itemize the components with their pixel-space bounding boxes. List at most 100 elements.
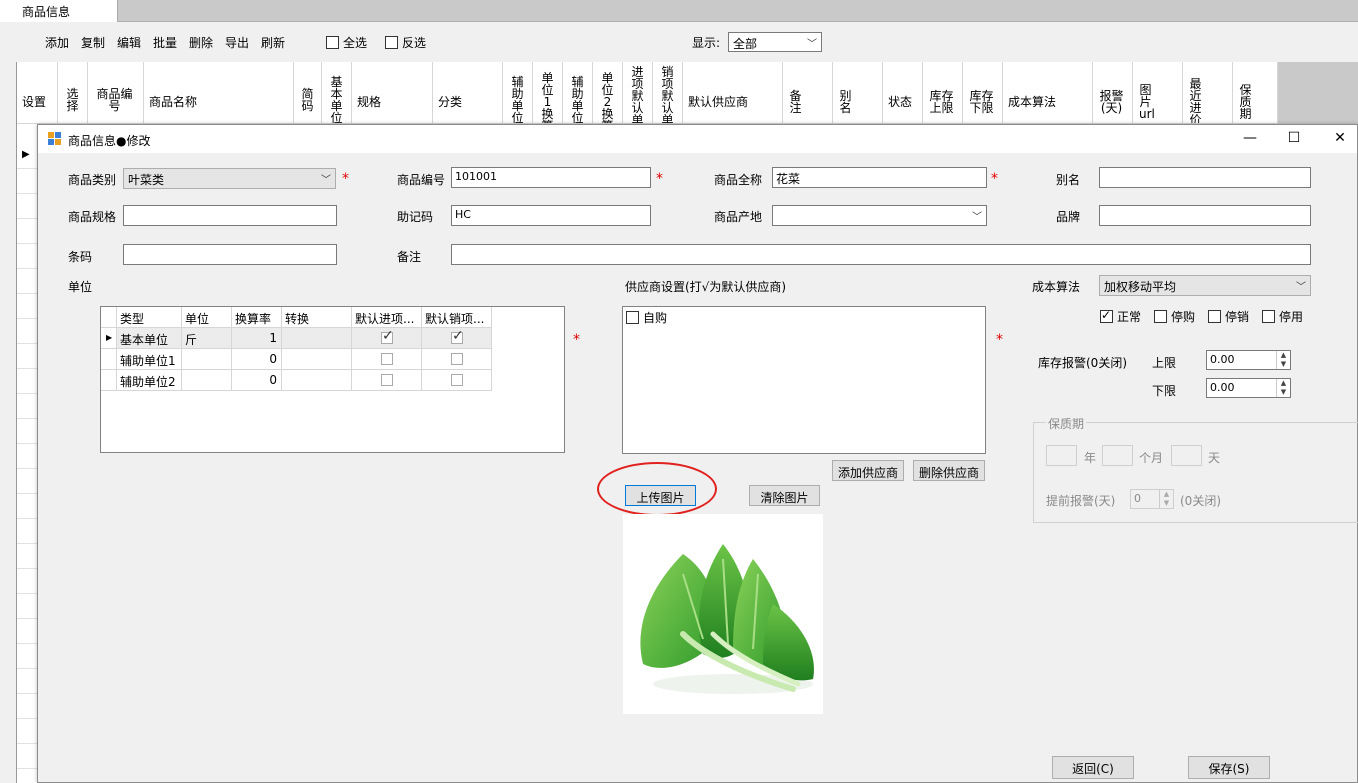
default-in-checkbox[interactable] [381,328,394,344]
grid-header-shelf-life[interactable]: 保质期 [1233,62,1278,124]
table-row-cell[interactable]: 1 [232,328,282,349]
grid-header-stock-lower[interactable]: 库存下限 [963,62,1003,124]
grid-header-out-default[interactable]: 销项默认单 [653,62,683,124]
category-select[interactable]: 叶菜类 ﹀ [123,168,336,189]
shelf-life-month-input[interactable] [1102,445,1133,466]
table-row-cell[interactable]: 0 [232,349,282,370]
table-row-cell[interactable] [282,328,352,349]
table-row-cell[interactable] [182,370,232,391]
grid-header-unit1-rate[interactable]: 单位1换算 [533,62,563,124]
grid-header-alias[interactable]: 别名 [833,62,883,124]
required-mark: * [996,332,1003,348]
table-row-cell[interactable]: 基本单位 [117,328,182,349]
remark-input[interactable] [451,244,1311,265]
lower-stepper[interactable]: 0.00 ▲ ▼ [1206,378,1291,398]
default-in-checkbox[interactable] [381,374,393,386]
invert-label: 反选 [402,36,427,50]
advance-alarm-stepper[interactable]: 0 ▲ ▼ [1130,489,1174,509]
mnemonic-input[interactable]: HC [451,205,651,226]
fullname-input[interactable]: 花菜 [772,167,987,188]
invert-selection-checkbox[interactable]: 反选 [385,34,426,51]
table-row-cell[interactable]: 辅助单位2 [117,370,182,391]
status-stop-sell-checkbox[interactable]: 停销 [1208,308,1249,325]
table-row-cell[interactable]: 辅助单位1 [117,349,182,370]
unit-col-convert[interactable]: 转换 [282,307,352,328]
batch-button[interactable]: 批量 [153,34,177,51]
default-out-checkbox[interactable] [451,374,463,386]
export-button[interactable]: 导出 [225,34,249,51]
grid-header-in-default[interactable]: 进项默认单 [623,62,653,124]
spinner-icon[interactable]: ▲ ▼ [1276,351,1290,369]
status-disabled-checkbox[interactable]: 停用 [1262,308,1303,325]
delete-button[interactable]: 删除 [189,34,213,51]
grid-header-settings[interactable]: 设置 [17,62,58,124]
row-divider [17,293,38,294]
unit-col-type[interactable]: 类型 [117,307,182,328]
grid-header-remark[interactable]: 备注 [783,62,833,124]
table-row-cell[interactable]: 斤 [182,328,232,349]
status-stop-buy-checkbox[interactable]: 停购 [1154,308,1195,325]
maximize-icon[interactable]: ☐ [1279,128,1309,150]
grid-header-base-unit[interactable]: 基本单位 [322,62,352,124]
row-divider [17,693,38,694]
unit-section-label: 单位 [68,280,93,294]
barcode-input[interactable] [123,244,337,265]
spec-input[interactable] [123,205,337,226]
unit-col-rate[interactable]: 换算率 [232,307,282,328]
grid-header-cost-method[interactable]: 成本算法 [1003,62,1093,124]
refresh-button[interactable]: 刷新 [261,34,285,51]
grid-header-aux-unit2[interactable]: 辅助单位2 [563,62,593,124]
grid-header-code[interactable]: 商品编号 [88,62,144,124]
product-image [623,514,823,714]
back-button[interactable]: 返回(C) [1052,756,1134,779]
default-out-checkbox[interactable] [451,353,463,365]
status-normal-checkbox[interactable]: 正常 [1100,308,1141,325]
edit-button[interactable]: 编辑 [117,34,141,51]
grid-header-stock-upper[interactable]: 库存上限 [923,62,963,124]
clear-image-button[interactable]: 清除图片 [749,485,820,506]
unit-col-default-in[interactable]: 默认进项... [352,307,422,328]
table-row-cell[interactable]: 0 [232,370,282,391]
shelf-life-day-input[interactable] [1171,445,1202,466]
upper-stepper[interactable]: 0.00 ▲ ▼ [1206,350,1291,370]
save-button[interactable]: 保存(S) [1188,756,1270,779]
unit-col-default-out[interactable]: 默认销项... [422,307,492,328]
grid-header-aux-unit1[interactable]: 辅助单位1 [503,62,533,124]
supplier-checkbox[interactable] [626,311,639,324]
grid-header-category[interactable]: 分类 [433,62,503,124]
spinner-icon[interactable]: ▲ ▼ [1159,490,1173,508]
select-all-checkbox[interactable]: 全选 [326,34,367,51]
table-row-cell[interactable] [182,349,232,370]
default-in-checkbox[interactable] [381,353,393,365]
tab-product-info[interactable]: 商品信息 [0,0,118,22]
grid-header-name[interactable]: 商品名称 [144,62,294,124]
origin-select[interactable]: ﹀ [772,205,987,226]
shelf-life-year-input[interactable] [1046,445,1077,466]
copy-button[interactable]: 复制 [81,34,105,51]
grid-header-alarm-days[interactable]: 报警(天) [1093,62,1133,124]
add-supplier-button[interactable]: 添加供应商 [832,460,904,481]
grid-header-spec[interactable]: 规格 [352,62,433,124]
grid-header-status[interactable]: 状态 [883,62,923,124]
delete-supplier-button[interactable]: 删除供应商 [913,460,985,481]
cost-method-select[interactable]: 加权移动平均 ﹀ [1099,275,1311,296]
brand-input[interactable] [1099,205,1311,226]
default-out-checkbox[interactable] [451,328,464,344]
grid-header-select[interactable]: 选择 [58,62,88,124]
spinner-icon[interactable]: ▲ ▼ [1276,379,1290,397]
code-input[interactable]: 101001 [451,167,651,188]
display-select[interactable]: 全部 ﹀ [728,32,822,52]
minimize-icon[interactable]: — [1235,128,1265,150]
supplier-item[interactable]: 自购 [626,309,667,326]
alias-input[interactable] [1099,167,1311,188]
grid-header-last-price[interactable]: 最近进价 [1183,62,1233,124]
add-button[interactable]: 添加 [45,34,69,51]
table-row-cell[interactable] [282,349,352,370]
unit-col-unit[interactable]: 单位 [182,307,232,328]
grid-header-mnemonic[interactable]: 简码 [294,62,322,124]
close-icon[interactable]: ✕ [1325,128,1355,150]
grid-header-default-supplier[interactable]: 默认供应商 [683,62,783,124]
grid-header-image-url[interactable]: 图片url [1133,62,1183,124]
grid-header-unit2-rate[interactable]: 单位2换算 [593,62,623,124]
table-row-cell[interactable] [282,370,352,391]
